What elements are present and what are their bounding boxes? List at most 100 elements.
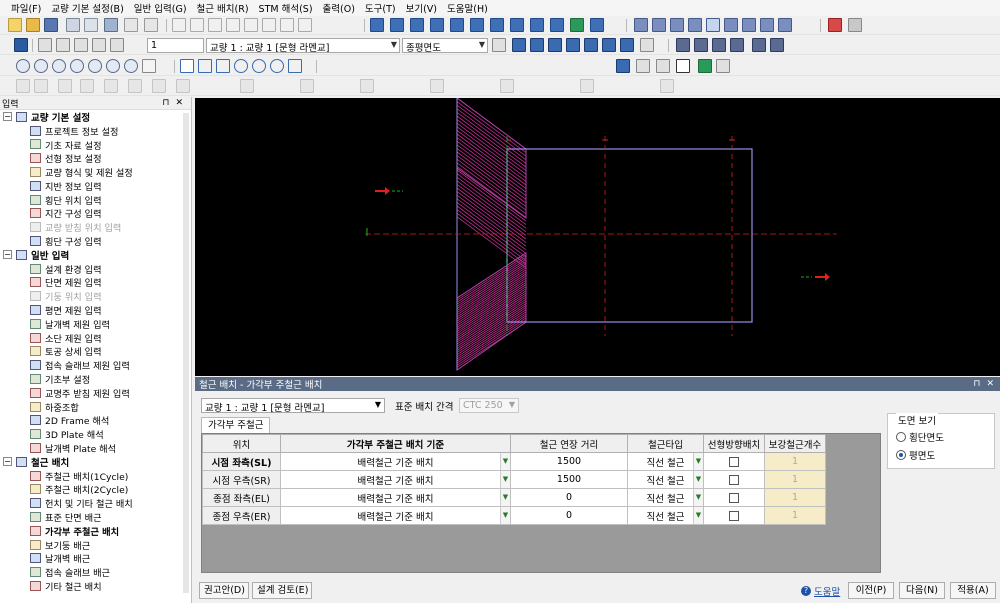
options-icon[interactable] <box>298 18 312 32</box>
tree-item[interactable]: 소단 제원 입력 <box>0 331 191 345</box>
frame-view-icon[interactable] <box>676 59 690 73</box>
spacing-select[interactable]: CTC 250 ▼ <box>459 398 519 413</box>
export-dwg-icon[interactable] <box>92 38 106 52</box>
apply-button[interactable]: 적용(A) <box>950 582 996 599</box>
rebar-icon[interactable] <box>778 18 792 32</box>
wall-icon[interactable] <box>688 18 702 32</box>
tree-item[interactable]: 지반 정보 입력 <box>0 179 191 193</box>
prev-page-icon[interactable] <box>530 38 544 52</box>
next-button[interactable]: 다음(N) <box>899 582 945 599</box>
tree-item[interactable]: 횡단 위치 입력 <box>0 193 191 207</box>
new-file-icon[interactable] <box>8 18 22 32</box>
section-icon[interactable] <box>634 18 648 32</box>
pan-hand-icon[interactable] <box>142 59 156 73</box>
collapse-toggle-icon[interactable]: − <box>3 250 12 260</box>
dimension-icon[interactable] <box>694 38 708 52</box>
tree-item[interactable]: 단면 제원 입력 <box>0 276 191 289</box>
tree-item[interactable]: 헌치 및 기타 철근 배치 <box>0 496 191 510</box>
pile-icon[interactable] <box>760 18 774 32</box>
tree-item[interactable]: 접속 슬래브 제원 입력 <box>0 358 191 372</box>
tree-item[interactable]: 날개벽 Plate 해석 <box>0 441 191 455</box>
export-icon[interactable] <box>104 18 118 32</box>
basis-select[interactable]: 배력철근 기준 배치 ▼ <box>280 488 511 507</box>
toolbar-bridge-select[interactable]: 교량 1 : 교량 1 [문형 라멘교] ▼ <box>206 38 400 53</box>
copy-icon[interactable] <box>124 18 138 32</box>
tree-item[interactable]: 교량 형식 및 제원 설정 <box>0 165 191 179</box>
more-icon[interactable] <box>640 38 654 52</box>
zoom-previous-icon[interactable] <box>106 59 120 73</box>
next-page-icon[interactable] <box>584 38 598 52</box>
chevron-down-icon[interactable]: ▼ <box>693 453 703 470</box>
arc-icon[interactable] <box>252 59 266 73</box>
tree-item[interactable]: 교명주 받침 제원 입력 <box>0 386 191 400</box>
radio-cross-section[interactable]: 횡단면도 <box>896 430 944 444</box>
zoom-all-icon[interactable] <box>70 59 84 73</box>
zoom-window-icon[interactable] <box>52 59 66 73</box>
wing-icon[interactable] <box>706 18 720 32</box>
extension-cell[interactable]: 0 <box>510 506 628 525</box>
tree-item[interactable]: 표준 단면 배근 <box>0 510 191 524</box>
measure-icon[interactable] <box>752 38 766 52</box>
menu-output[interactable]: 출력(O) <box>318 1 360 15</box>
menu-general-input[interactable]: 일반 입력(G) <box>129 1 192 15</box>
collapse-toggle-icon[interactable]: − <box>3 112 12 122</box>
pin-icon[interactable]: ⊓ <box>973 379 980 389</box>
calc-icon[interactable] <box>510 18 524 32</box>
tree-item[interactable]: 접속 슬래브 배근 <box>0 565 191 579</box>
drawing-canvas[interactable] <box>195 98 1000 376</box>
cut-icon[interactable] <box>208 18 222 32</box>
print-setup-icon[interactable] <box>38 38 52 52</box>
checkbox-icon[interactable] <box>729 510 739 521</box>
filter-icon[interactable] <box>590 18 604 32</box>
text-style-icon[interactable] <box>730 38 744 52</box>
preview-icon[interactable] <box>74 38 88 52</box>
tree-item[interactable]: 설계 환경 입력 <box>0 262 191 276</box>
delete-icon[interactable] <box>244 18 258 32</box>
linear-direction-checkbox[interactable] <box>703 470 765 489</box>
print-preview-icon[interactable] <box>84 18 98 32</box>
chevron-down-icon[interactable]: ▼ <box>693 489 703 506</box>
window-icon[interactable] <box>390 18 404 32</box>
fit-icon[interactable] <box>566 38 580 52</box>
checkbox-icon[interactable] <box>729 456 739 467</box>
zoom-extents-icon[interactable] <box>88 59 102 73</box>
menu-rebar[interactable]: 철근 배치(R) <box>192 1 254 15</box>
tree-item[interactable]: 평면 제원 입력 <box>0 303 191 317</box>
find-icon[interactable] <box>262 18 276 32</box>
polyline-icon[interactable] <box>198 59 212 73</box>
print-icon[interactable] <box>66 18 80 32</box>
collapse-toggle-icon[interactable]: − <box>3 457 12 467</box>
menu-file[interactable]: 파일(F) <box>6 1 46 15</box>
tree-item[interactable]: 보기둥 배근 <box>0 538 191 552</box>
extension-cell[interactable]: 1500 <box>510 452 628 471</box>
sheet-icon[interactable] <box>530 18 544 32</box>
zoom-out-icon[interactable] <box>34 59 48 73</box>
tree-item[interactable]: 선형 정보 설정 <box>0 151 191 165</box>
grid-icon[interactable] <box>450 18 464 32</box>
tree-group[interactable]: − 교량 기본 설정 <box>0 110 191 124</box>
line-icon[interactable] <box>180 59 194 73</box>
page-icon[interactable] <box>56 38 70 52</box>
rebar-type-select[interactable]: 직선 철근 ▼ <box>627 470 704 489</box>
tree-item[interactable]: 프로젝트 정보 설정 <box>0 124 191 138</box>
tree-item[interactable]: 주철근 배치(2Cycle) <box>0 483 191 496</box>
tree-item[interactable]: 날개벽 제원 입력 <box>0 317 191 331</box>
checklist-icon[interactable] <box>14 38 28 52</box>
radio-plan[interactable]: 평면도 <box>896 448 935 462</box>
align-icon[interactable] <box>712 38 726 52</box>
chevron-down-icon[interactable]: ▼ <box>500 453 510 470</box>
last-icon[interactable] <box>602 38 616 52</box>
rebar-type-select[interactable]: 직선 철근 ▼ <box>627 506 704 525</box>
report-icon[interactable] <box>490 18 504 32</box>
zoom-in-icon[interactable] <box>16 59 30 73</box>
tree-group[interactable]: − 일반 입력 <box>0 248 191 262</box>
tree-item[interactable]: 기초 자료 설정 <box>0 138 191 152</box>
tree-item[interactable]: 날개벽 배근 <box>0 552 191 565</box>
tree-item[interactable]: 기초부 설정 <box>0 372 191 386</box>
redo-icon[interactable] <box>190 18 204 32</box>
tree-item[interactable]: 3D Plate 해석 <box>0 427 191 441</box>
table-settings-icon[interactable] <box>492 38 506 52</box>
close-icon[interactable]: ✕ <box>175 98 183 108</box>
zoom-page-icon[interactable] <box>548 38 562 52</box>
table-icon[interactable] <box>410 18 424 32</box>
